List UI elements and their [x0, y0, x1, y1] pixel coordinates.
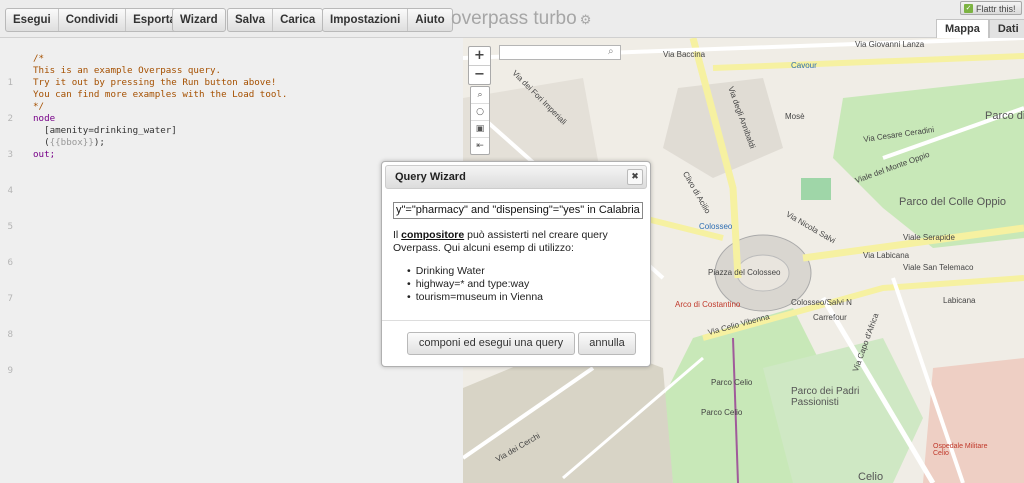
road [712, 53, 1024, 71]
pitch-area [801, 178, 831, 200]
line-number-gutter: 1 2 3 4 5 6 7 8 9 [0, 38, 21, 483]
code-lines[interactable]: /* This is an example Overpass query. Tr… [33, 53, 287, 161]
examples-list: Drinking Water highway=* and type:way to… [407, 265, 543, 304]
line-number: 9 [7, 365, 13, 376]
zoom-to-data-icon[interactable]: ⌕ [471, 87, 489, 104]
help-button[interactable]: Aiuto [408, 9, 451, 31]
map-label: Parco Celio [701, 408, 743, 417]
code-line: */ [33, 101, 45, 112]
flattr-button[interactable]: ✓ Flattr this! [960, 1, 1022, 15]
search-icon[interactable]: ⌕ [608, 46, 614, 57]
locate-icon[interactable]: ○ [471, 104, 489, 121]
app-title: overpass turbo ⚙ [451, 8, 591, 30]
code-line: node [33, 113, 56, 124]
wizard-button-group: Wizard [172, 8, 226, 32]
share-button[interactable]: Condividi [59, 9, 127, 31]
code-token: {{bbox}} [49, 137, 94, 148]
view-tabs: Mappa Dati [936, 19, 1024, 38]
line-number: 8 [7, 329, 13, 340]
map-label: Cavour [791, 61, 817, 70]
line-number: 7 [7, 293, 13, 304]
park-area [833, 78, 1024, 248]
code-line: This is an example Overpass query. [33, 65, 222, 76]
list-item: highway=* and type:way [407, 278, 543, 291]
dialog-description: Il compositore può assisterti nel creare… [393, 229, 645, 255]
map-label: Mosè [785, 112, 805, 121]
list-item: Drinking Water [407, 265, 543, 278]
line-number: 2 [7, 113, 13, 124]
line-number: 4 [7, 185, 13, 196]
code-line: out; [33, 149, 56, 160]
divider [382, 320, 650, 321]
dialog-header: Query Wizard ✖ [385, 165, 647, 189]
zoom-in-button[interactable]: + [469, 47, 490, 66]
map-label: Arco di Costantino [675, 300, 741, 309]
code-line: Try it out by pressing the Run button ab… [33, 77, 277, 88]
map-label: Viale San Telemaco [903, 263, 974, 272]
map-label: Colosseo/Salvi N [791, 298, 852, 307]
settings-button-group: Impostazioni Aiuto [322, 8, 453, 32]
line-number: 5 [7, 221, 13, 232]
flattr-icon: ✓ [964, 4, 973, 13]
flattr-label: Flattr this! [976, 4, 1016, 14]
map-label: Viale Serapide [903, 233, 955, 242]
line-number: 1 [7, 77, 13, 88]
tab-map[interactable]: Mappa [936, 19, 989, 38]
map-label: Piazza del Colosseo [708, 268, 781, 277]
settings-gear-icon[interactable]: ⚙ [580, 12, 592, 27]
code-token: ( [33, 137, 50, 148]
map-search-input[interactable] [499, 45, 621, 60]
map-label: Ospedale Militare Celio [933, 443, 988, 457]
code-line: ({{bbox}}); [33, 137, 287, 149]
zoom-out-button[interactable]: − [469, 66, 490, 84]
map-label: Colosseo [699, 222, 733, 231]
code-line: /* [33, 53, 45, 64]
build-and-run-button[interactable]: componi ed esegui una query [407, 332, 575, 355]
zoom-control: + − [468, 46, 491, 85]
save-button[interactable]: Salva [228, 9, 274, 31]
layers-icon[interactable]: ▣ [471, 121, 489, 138]
code-line: You can find more examples with the Load… [33, 89, 288, 100]
dialog-title: Query Wizard [395, 171, 466, 183]
compositore-link[interactable]: compositore [401, 229, 464, 241]
line-number: 6 [7, 257, 13, 268]
wizard-query-input[interactable]: y"="pharmacy" and "dispensing"="yes" in … [393, 202, 643, 219]
fullscreen-icon[interactable]: ⇤ [471, 138, 489, 154]
run-button[interactable]: Esegui [6, 9, 59, 31]
file-button-group: Salva Carica [227, 8, 324, 32]
toolbar: Esegui Condividi Esporta Wizard Salva Ca… [0, 0, 1024, 38]
tab-data[interactable]: Dati [988, 19, 1024, 38]
query-wizard-dialog: Query Wizard ✖ y"="pharmacy" and "dispen… [381, 161, 651, 367]
map-label: Parco di Traiano [985, 110, 1024, 122]
map-label: Via Giovanni Lanza [855, 40, 925, 49]
map-label: Labicana [943, 296, 976, 305]
map-label: Parco del Colle Oppio [899, 196, 1007, 208]
app-title-text: overpass turbo [451, 8, 577, 29]
hospital-area [923, 358, 1024, 483]
map-label: Celio [858, 471, 884, 483]
main-button-group: Esegui Condividi Esporta [5, 8, 184, 32]
wizard-button[interactable]: Wizard [173, 9, 225, 31]
close-icon[interactable]: ✖ [627, 169, 643, 185]
code-token: ); [93, 137, 105, 148]
map-label: Parco dei Padri Passionisti [791, 386, 860, 408]
wizard-query-text: y"="pharmacy" and "dispensing"="yes" in … [396, 204, 640, 216]
map-label: Carrefour [813, 313, 847, 322]
map-label: Via Labicana [863, 251, 910, 260]
line-number: 3 [7, 149, 13, 160]
code-line: [amenity=drinking_water] [33, 125, 177, 136]
list-item: tourism=museum in Vienna [407, 291, 543, 304]
load-button[interactable]: Carica [273, 9, 322, 31]
cancel-button[interactable]: annulla [578, 332, 636, 355]
map-label: Parco Celio [711, 378, 753, 387]
map-tools: ⌕ ○ ▣ ⇤ [470, 86, 490, 155]
intro-text: Il [393, 229, 402, 241]
map-label: Via Baccina [663, 50, 706, 59]
settings-button[interactable]: Impostazioni [323, 9, 409, 31]
